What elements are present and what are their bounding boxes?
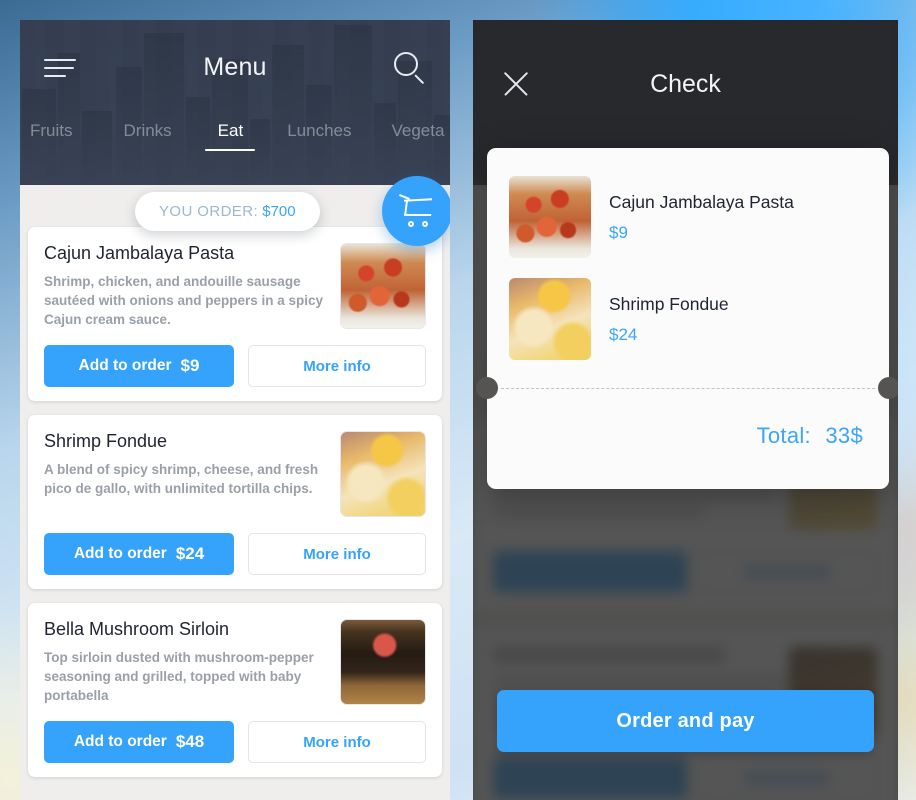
receipt-perforation bbox=[476, 377, 898, 399]
add-to-order-button[interactable]: Add to order $48 bbox=[44, 721, 235, 763]
tab-drinks[interactable]: Drinks bbox=[124, 115, 172, 141]
menu-screen: Menu Fruits Drinks Eat Lunches Vegeta YO… bbox=[20, 20, 450, 800]
receipt-item-name: Shrimp Fondue bbox=[609, 293, 729, 314]
add-to-order-label: Add to order bbox=[73, 545, 167, 562]
check-title: Check bbox=[650, 69, 721, 98]
dish-price: $48 bbox=[175, 732, 205, 751]
receipt-torn-edge bbox=[487, 478, 889, 489]
add-to-order-button[interactable]: Add to order $9 bbox=[44, 345, 235, 387]
add-to-order-label: Add to order bbox=[73, 733, 167, 750]
shopping-cart-icon bbox=[399, 194, 435, 227]
receipt-item-name: Cajun Jambalaya Pasta bbox=[609, 191, 794, 212]
add-to-order-button[interactable]: Add to order $24 bbox=[44, 533, 235, 575]
page-title: Menu bbox=[203, 53, 267, 81]
menu-header: Menu Fruits Drinks Eat Lunches Vegeta bbox=[20, 20, 450, 185]
receipt-item-thumbnail-pasta bbox=[509, 176, 591, 258]
receipt-item-price: $9 bbox=[609, 222, 628, 242]
you-order-amount: $700 bbox=[262, 203, 296, 220]
tab-lunches[interactable]: Lunches bbox=[287, 115, 351, 141]
dish-description: A blend of spicy shrimp, cheese, and fre… bbox=[44, 462, 319, 496]
order-and-pay-button[interactable]: Order and pay bbox=[497, 690, 874, 752]
dish-description: Shrimp, chicken, and andouille sausage s… bbox=[44, 274, 324, 327]
close-icon[interactable] bbox=[501, 68, 533, 100]
more-info-button[interactable]: More info bbox=[248, 533, 426, 575]
dish-thumbnail-pasta bbox=[340, 243, 426, 329]
more-info-button[interactable]: More info bbox=[248, 721, 426, 763]
dish-list: Cajun Jambalaya Pasta Shrimp, chicken, a… bbox=[20, 185, 450, 777]
dish-card[interactable]: Bella Mushroom Sirloin Top sirloin duste… bbox=[28, 603, 442, 777]
category-tabs[interactable]: Fruits Drinks Eat Lunches Vegeta bbox=[20, 115, 450, 171]
dish-card[interactable]: Shrimp Fondue A blend of spicy shrimp, c… bbox=[28, 415, 442, 589]
dish-card[interactable]: Cajun Jambalaya Pasta Shrimp, chicken, a… bbox=[28, 227, 442, 401]
receipt-total-row: Total: 33$ bbox=[487, 389, 889, 479]
add-to-order-label: Add to order bbox=[78, 357, 172, 374]
dish-price: $24 bbox=[175, 544, 205, 563]
you-order-pill[interactable]: YOU ORDER: $700 bbox=[135, 192, 320, 231]
cart-button[interactable] bbox=[382, 176, 450, 246]
check-header-bar: Check bbox=[473, 20, 898, 148]
search-icon[interactable] bbox=[392, 51, 426, 85]
tab-vegetables[interactable]: Vegeta bbox=[391, 115, 444, 141]
dish-name: Shrimp Fondue bbox=[44, 431, 168, 451]
dish-name: Bella Mushroom Sirloin bbox=[44, 619, 230, 639]
hamburger-icon[interactable] bbox=[44, 53, 76, 83]
you-order-label: YOU ORDER: bbox=[159, 203, 259, 220]
total-value: 33$ bbox=[825, 423, 863, 448]
more-info-button[interactable]: More info bbox=[248, 345, 426, 387]
receipt-item-thumbnail-fondue bbox=[509, 278, 591, 360]
dish-thumbnail-fondue bbox=[340, 431, 426, 517]
tab-eat[interactable]: Eat bbox=[218, 115, 244, 141]
dish-name: Cajun Jambalaya Pasta bbox=[44, 243, 235, 263]
receipt-item[interactable]: Shrimp Fondue $24 bbox=[487, 268, 889, 370]
receipt-card: Cajun Jambalaya Pasta $9 Shrimp Fondue $… bbox=[476, 148, 898, 489]
dish-thumbnail-steak bbox=[340, 619, 426, 705]
total-label: Total: bbox=[756, 423, 811, 448]
dish-description: Top sirloin dusted with mushroom-pepper … bbox=[44, 650, 314, 703]
tab-fruits[interactable]: Fruits bbox=[30, 115, 73, 141]
receipt-notch-right bbox=[878, 377, 898, 399]
receipt-item-list: Cajun Jambalaya Pasta $9 Shrimp Fondue $… bbox=[487, 148, 889, 384]
dish-price: $9 bbox=[180, 356, 200, 375]
receipt-item[interactable]: Cajun Jambalaya Pasta $9 bbox=[487, 166, 889, 268]
menu-header-bar: Menu bbox=[20, 20, 450, 115]
app-background: Menu Fruits Drinks Eat Lunches Vegeta YO… bbox=[0, 0, 916, 800]
check-screen: Check Cajun Jambalaya Pasta $9 Shrimp Fo… bbox=[473, 20, 898, 800]
receipt-item-price: $24 bbox=[609, 324, 638, 344]
receipt-notch-left bbox=[476, 377, 498, 399]
